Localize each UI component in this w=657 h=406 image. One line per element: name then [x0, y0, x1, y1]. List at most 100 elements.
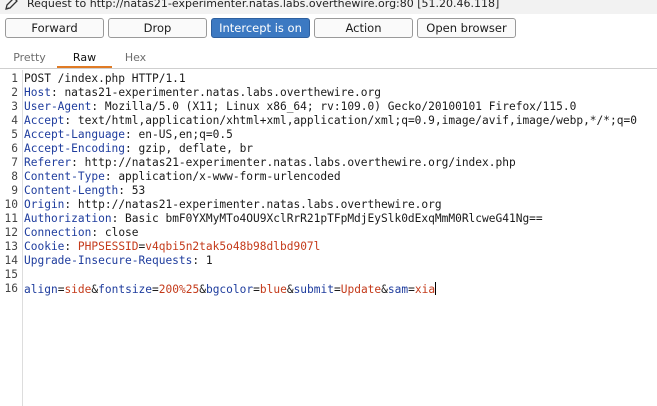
header-name: Referer [24, 156, 72, 169]
text-caret [435, 282, 437, 295]
param-separator: & [286, 283, 294, 296]
header-value: Basic bmF0YXMyMTo4OU9XclRrR21pTFpMdjEySl… [125, 212, 543, 225]
header-value: close [104, 226, 139, 239]
header-colon: : [91, 100, 105, 113]
header-name: Content-Type [24, 170, 105, 183]
header-colon: : [71, 156, 85, 169]
header-colon: : [125, 128, 139, 141]
header-name: Origin [24, 198, 65, 211]
header-name: Host [24, 86, 51, 99]
param-name: bgcolor [205, 283, 254, 296]
line-number-gutter: 1 2 3 4 5 6 7 8 9 10 11 12 13 14 15 16 [0, 70, 23, 406]
request-line-text: POST /index.php HTTP/1.1 [24, 72, 186, 85]
param-name: submit [293, 283, 334, 296]
cookie-name: PHPSESSID [77, 240, 139, 253]
line-number: 9 [11, 184, 18, 197]
header-value: Mozilla/5.0 (X11; Linux x86_64; rv:109.0… [104, 100, 577, 113]
request-line[interactable]: Connection: close [24, 226, 139, 240]
header-name: Connection [24, 226, 92, 239]
param-separator: & [199, 283, 206, 296]
param-name: align [24, 283, 58, 296]
view-tabs: Pretty Raw Hex [0, 48, 657, 69]
param-value: 200%25 [158, 283, 200, 296]
param-value: xia [414, 283, 436, 296]
request-line[interactable]: Host: natas21-experimenter.natas.labs.ov… [24, 86, 381, 100]
header-name: Accept-Language [24, 128, 126, 141]
request-line[interactable]: Accept-Encoding: gzip, deflate, br [24, 142, 253, 156]
header-name: User-Agent [24, 100, 92, 113]
action-button[interactable]: Action [314, 18, 413, 38]
header-name: Accept-Encoding [24, 142, 126, 155]
header-colon: : [50, 86, 65, 99]
tab-pretty[interactable]: Pretty [2, 48, 57, 68]
header-value: natas21-experimenter.natas.labs.overthew… [64, 86, 382, 99]
request-line[interactable]: Content-Type: application/x-www-form-url… [24, 170, 341, 184]
header-value: text/html,application/xhtml+xml,applicat… [77, 114, 637, 127]
line-number: 5 [11, 128, 18, 141]
request-line[interactable]: Authorization: Basic bmF0YXMyMTo4OU9XclR… [24, 212, 543, 226]
header-name: Accept [24, 114, 65, 127]
request-line[interactable]: Cookie: PHPSESSID=v4qbi5n2tak5o48b98dlbd… [24, 240, 320, 254]
tab-raw[interactable]: Raw [57, 48, 112, 68]
request-target-text: Request to http://natas21-experimenter.n… [27, 0, 500, 10]
param-value: Update [340, 283, 382, 296]
request-line[interactable]: Origin: http://natas21-experimenter.nata… [24, 198, 442, 212]
request-line[interactable]: Content-Length: 53 [24, 184, 145, 198]
header-colon: : [125, 142, 139, 155]
header-name: Cookie [24, 240, 65, 253]
line-number: 12 [4, 226, 18, 239]
request-line[interactable]: Upgrade-Insecure-Requests: 1 [24, 254, 213, 268]
request-editor[interactable]: 1 2 3 4 5 6 7 8 9 10 11 12 13 14 15 16 POST /index.php … [0, 70, 657, 406]
line-number: 16 [4, 282, 18, 295]
request-line[interactable]: User-Agent: Mozilla/5.0 (X11; Linux x86_… [24, 100, 576, 114]
line-number: 4 [11, 114, 18, 127]
param-equals: = [152, 283, 159, 296]
header-colon: : [64, 114, 78, 127]
request-line[interactable]: Accept-Language: en-US,en;q=0.5 [24, 128, 233, 142]
header-value: gzip, deflate, br [138, 142, 254, 155]
line-number: 15 [4, 268, 18, 281]
line-number: 1 [11, 72, 18, 85]
header-colon: : [118, 184, 132, 197]
param-equals: = [253, 283, 260, 296]
param-equals: = [408, 283, 415, 296]
request-line[interactable]: Accept: text/html,application/xhtml+xml,… [24, 114, 637, 128]
header-colon: : [104, 170, 119, 183]
line-number: 11 [4, 212, 18, 225]
header-value: http://natas21-experimenter.natas.labs.o… [77, 198, 442, 211]
header-colon: : [64, 240, 78, 253]
line-number: 7 [11, 156, 18, 169]
param-name: fontsize [98, 283, 153, 296]
header-value: en-US,en;q=0.5 [138, 128, 233, 141]
param-separator: & [381, 283, 388, 296]
header-value: application/x-www-form-urlencoded [118, 170, 341, 183]
line-number: 14 [4, 254, 18, 267]
header-name: Content-Length [24, 184, 119, 197]
open-browser-button[interactable]: Open browser [417, 18, 516, 38]
header-name: Upgrade-Insecure-Requests [24, 254, 193, 267]
header-value: 1 [205, 254, 213, 267]
line-number: 8 [11, 170, 18, 183]
header-value: 53 [131, 184, 146, 197]
line-number: 3 [11, 100, 18, 113]
forward-button[interactable]: Forward [5, 18, 104, 38]
header-value: http://natas21-experimenter.natas.labs.o… [84, 156, 516, 169]
line-number: 6 [11, 142, 18, 155]
header-colon: : [192, 254, 206, 267]
pencil-icon [5, 0, 18, 10]
tab-hex[interactable]: Hex [108, 48, 163, 68]
request-line[interactable]: Referer: http://natas21-experimenter.nat… [24, 156, 516, 170]
request-info-bar: Request to http://natas21-experimenter.n… [0, 0, 657, 14]
header-colon: : [64, 198, 78, 211]
request-line[interactable]: POST /index.php HTTP/1.1 [24, 72, 186, 86]
line-number: 2 [11, 86, 18, 99]
header-colon: : [111, 212, 126, 225]
drop-button[interactable]: Drop [108, 18, 207, 38]
param-equals: = [333, 283, 341, 296]
cookie-value: v4qbi5n2tak5o48b98dlbd907l [145, 240, 321, 253]
intercept-toggle-button[interactable]: Intercept is on [211, 18, 310, 38]
request-line[interactable]: align=side&fontsize=200%25&bgcolor=blue&… [24, 282, 437, 296]
line-number: 13 [4, 240, 18, 253]
param-value: blue [259, 283, 287, 296]
header-colon: : [91, 226, 105, 239]
